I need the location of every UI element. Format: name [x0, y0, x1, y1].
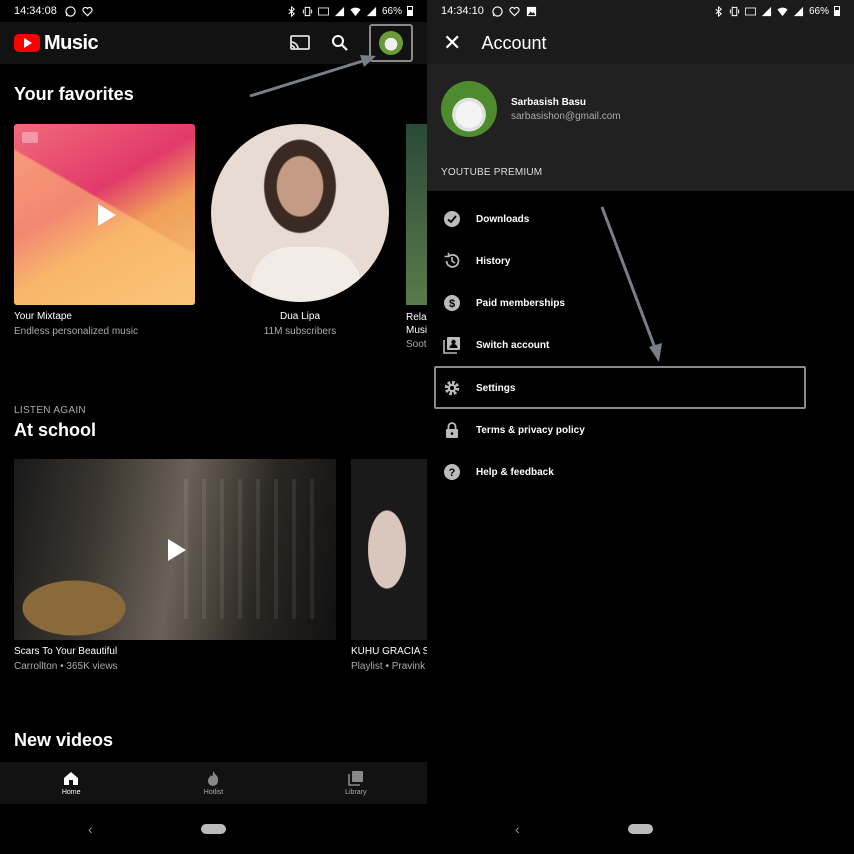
nav-hotlist[interactable]: Hotlist	[142, 762, 284, 804]
home-screen: 14:34:08 66% Music Your favorites Your M…	[0, 0, 427, 854]
menu-label: Terms & privacy policy	[476, 424, 585, 436]
nav-label: Home	[61, 788, 81, 796]
mixtape-card-thumbnail[interactable]	[14, 124, 195, 305]
card-title: Your Mixtape	[14, 311, 72, 322]
home-pill-icon[interactable]	[628, 824, 653, 834]
nav-home[interactable]: Home	[0, 762, 142, 804]
svg-text:?: ?	[449, 467, 456, 479]
back-icon[interactable]: ‹	[88, 821, 93, 837]
card-title: KUHU GRACIA S	[351, 646, 427, 657]
playlist-card-thumbnail[interactable]	[406, 124, 427, 305]
artist-avatar[interactable]	[211, 124, 389, 302]
back-icon[interactable]: ‹	[515, 821, 520, 837]
play-icon	[168, 539, 186, 561]
home-pill-icon[interactable]	[201, 824, 226, 834]
nav-library[interactable]: Library	[285, 762, 427, 804]
nav-label: Library	[345, 789, 367, 796]
bottom-navigation: Home Hotlist Library	[0, 762, 427, 804]
annotation-arrow	[600, 206, 662, 362]
video-card-thumbnail[interactable]	[14, 459, 336, 640]
nav-label: Hotlist	[203, 789, 224, 796]
card-subtitle: 11M subscribers	[263, 326, 337, 337]
account-screen: 14:34:10 66% ✕ Account Sarbasish Basu sa…	[427, 0, 854, 854]
play-icon	[98, 204, 116, 226]
playlist-card-thumbnail[interactable]	[351, 459, 427, 640]
section-kicker: LISTEN AGAIN	[14, 405, 86, 416]
help-icon: ?	[443, 463, 461, 481]
card-subtitle: Endless personalized music	[14, 326, 138, 337]
card-subtitle: Carrollton • 365K views	[14, 661, 118, 672]
lock-icon	[443, 421, 461, 439]
menu-label: Help & feedback	[476, 466, 554, 478]
system-navigation-bar: ‹	[427, 804, 854, 854]
card-subtitle: Soot	[406, 339, 427, 350]
section-title-new-videos: New videos	[14, 730, 114, 750]
menu-item-help[interactable]: ? Help & feedback	[427, 451, 854, 493]
library-icon	[348, 771, 363, 786]
home-icon	[64, 771, 79, 785]
section-title-at-school: At school	[14, 420, 97, 440]
system-navigation-bar: ‹	[0, 804, 427, 854]
flame-icon	[208, 771, 219, 786]
card-title: Scars To Your Beautiful	[14, 646, 118, 657]
card-title: Dua Lipa	[279, 311, 321, 322]
card-subtitle: Playlist • Pravink	[351, 661, 426, 672]
annotation-arrow	[249, 55, 376, 98]
card-title: Relax Music	[406, 312, 427, 336]
